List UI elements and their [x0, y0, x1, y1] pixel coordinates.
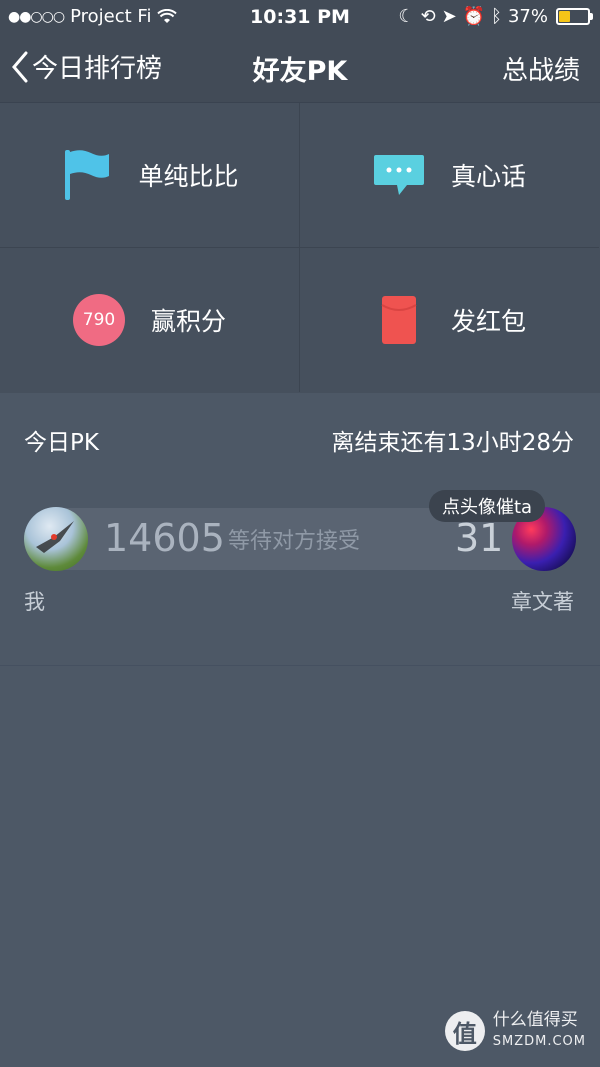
moon-icon: ☾: [398, 6, 415, 27]
battery-fill: [559, 11, 571, 22]
location-icon: ➤: [441, 6, 457, 27]
alarm-icon: ⏰: [462, 6, 486, 27]
pk-status-text: 等待对方接受: [228, 529, 361, 554]
mode-label: 发红包: [450, 307, 526, 336]
chat-bubble-icon: [373, 149, 425, 201]
pk-mode-grid: 单纯比比 真心话 790 赢积分 发红包: [0, 103, 600, 393]
mode-label: 单纯比比: [138, 162, 239, 191]
battery-percent: 37%: [507, 6, 548, 27]
today-pk-header: 今日PK 离结束还有13小时28分: [0, 393, 600, 481]
watermark-text: 什么值得买 SMZDM.COM: [493, 1009, 586, 1053]
opponent-score: 31: [455, 516, 504, 560]
opponent-name: 章文著: [511, 590, 574, 614]
status-right: ☾ ⟲ ➤ ⏰ ᛒ 37%: [398, 6, 593, 27]
watermark-logo-icon: 值: [444, 1011, 485, 1051]
red-envelope-icon: [373, 294, 425, 346]
my-name: 我: [24, 590, 45, 614]
countdown-text: 离结束还有13小时28分: [331, 430, 574, 456]
section-title: 今日PK: [24, 430, 99, 456]
watermark-line2: SMZDM.COM: [492, 1034, 586, 1049]
status-bar: ●●○○○ Project Fi 10:31 PM ☾ ⟲ ➤ ⏰ ᛒ 37%: [0, 0, 600, 34]
nudge-tooltip: 点头像催ta: [429, 490, 545, 522]
mode-label: 赢积分: [150, 307, 226, 336]
mode-label: 真心话: [450, 162, 526, 191]
watermark-line1: 什么值得买: [492, 1010, 578, 1030]
nav-bar: 今日排行榜 好友PK 总战绩: [0, 34, 600, 103]
my-score: 14605: [104, 516, 225, 560]
points-circle-icon: 790: [72, 294, 125, 346]
total-record-button[interactable]: 总战绩: [502, 50, 580, 87]
pk-match-row: 14605 等待对方接受 31 点头像催ta 我 章文著: [0, 490, 600, 630]
flag-icon: [60, 149, 112, 201]
bluetooth-icon: ᛒ: [491, 6, 502, 27]
my-avatar[interactable]: [24, 507, 88, 571]
battery-icon: [556, 8, 593, 25]
mode-win-points[interactable]: 790 赢积分: [0, 248, 300, 392]
mode-truth[interactable]: 真心话: [300, 103, 599, 248]
mode-simple-compare[interactable]: 单纯比比: [0, 103, 300, 248]
rotation-lock-icon: ⟲: [420, 6, 436, 27]
divider: [0, 665, 600, 666]
watermark: 值 什么值得买 SMZDM.COM: [444, 1009, 586, 1053]
mode-red-envelope[interactable]: 发红包: [300, 248, 599, 392]
bird-image-icon: [36, 521, 74, 553]
